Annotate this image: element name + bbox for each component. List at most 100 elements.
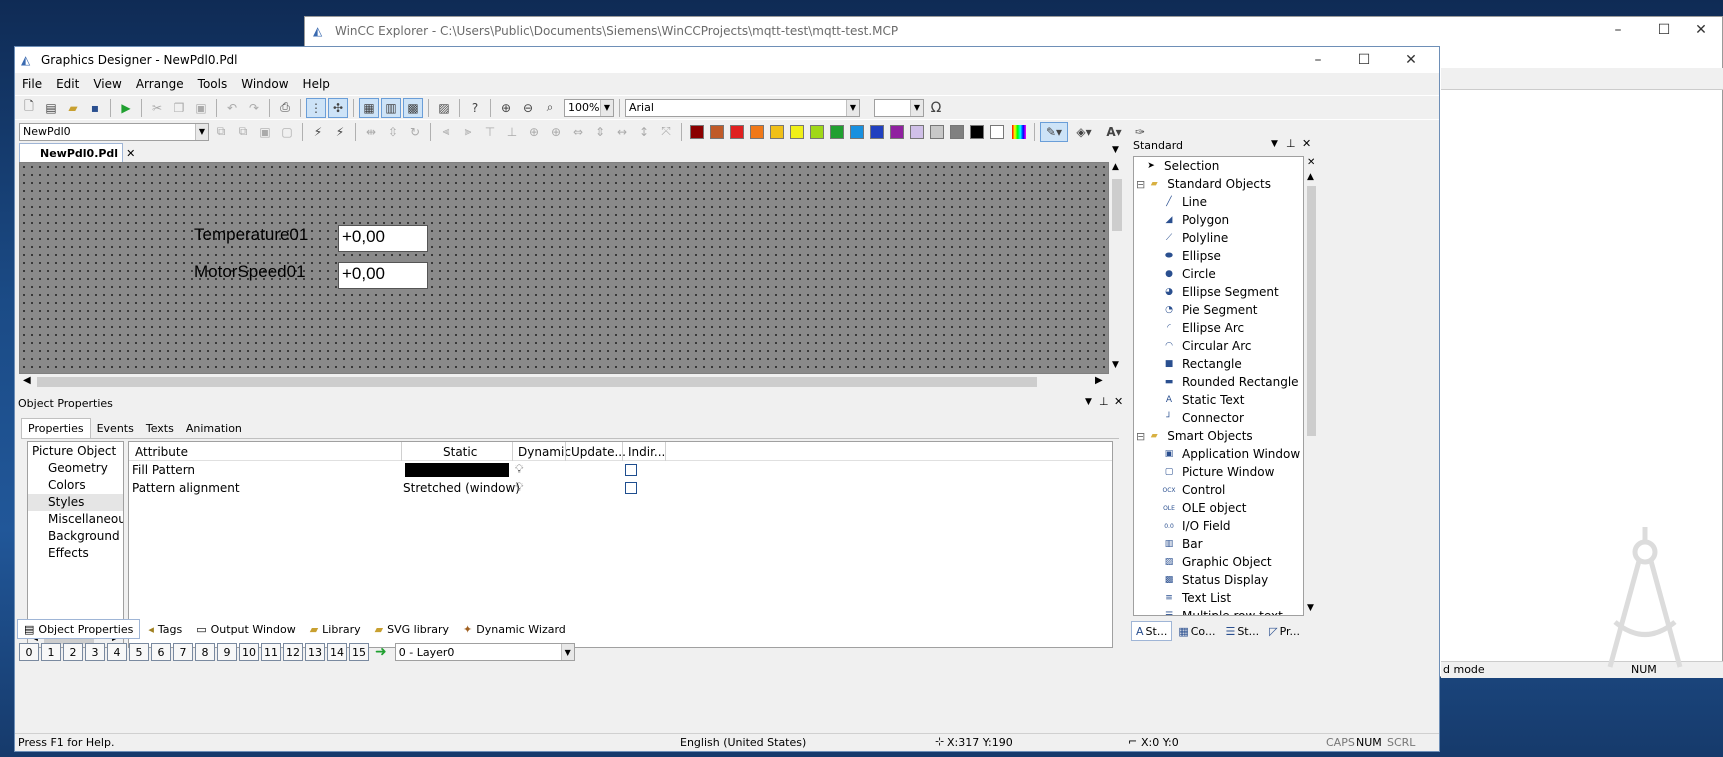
tree-item[interactable]: ◜ Ellipse Arc bbox=[1144, 319, 1303, 337]
fill-color-icon[interactable]: ◈▾ bbox=[1070, 122, 1098, 142]
palette-swatch[interactable] bbox=[910, 124, 924, 139]
property-tree-item[interactable]: Effects bbox=[28, 545, 123, 562]
open-folder-icon[interactable]: ▰ bbox=[63, 98, 83, 118]
scroll-up-icon[interactable]: ▲ bbox=[1112, 162, 1119, 172]
scroll-thumb[interactable] bbox=[37, 377, 1037, 387]
rotate-icon[interactable]: ↻ bbox=[405, 122, 425, 142]
designer-maximize-button[interactable]: ☐ bbox=[1341, 47, 1387, 73]
tab-properties[interactable]: Properties bbox=[21, 418, 91, 438]
column-attribute[interactable]: Attribute bbox=[135, 445, 188, 459]
unlink-tool-icon[interactable]: ⚡ bbox=[330, 122, 350, 142]
tree-item[interactable]: ┘ Connector bbox=[1144, 409, 1303, 427]
tab-styles[interactable]: ☰ St... bbox=[1221, 621, 1263, 641]
palette-swatch[interactable] bbox=[990, 124, 1004, 139]
layer-button[interactable]: 4 bbox=[107, 643, 127, 661]
context-help-icon[interactable]: ? bbox=[465, 98, 485, 118]
tree-item[interactable]: ⬬ Ellipse bbox=[1144, 247, 1303, 265]
document-tab[interactable]: NewPdl0.Pdl ✕ bbox=[19, 143, 135, 162]
property-tree-item[interactable]: Colors bbox=[28, 477, 123, 494]
mirror-horizontal-icon[interactable]: ⇹ bbox=[361, 122, 381, 142]
layer-button[interactable]: 2 bbox=[63, 643, 83, 661]
collapse-icon[interactable]: ⊟ bbox=[1136, 178, 1145, 191]
save-icon[interactable]: ▪ bbox=[85, 98, 105, 118]
pin-icon[interactable]: ⊥ bbox=[1286, 137, 1296, 150]
bring-front-icon[interactable]: ▣ bbox=[255, 122, 275, 142]
center-vertical-icon[interactable]: ⊕ bbox=[546, 122, 566, 142]
designer-close-button[interactable]: ✕ bbox=[1388, 47, 1434, 73]
palette-swatch[interactable] bbox=[790, 124, 804, 139]
close-icon[interactable]: ✕ bbox=[1307, 157, 1315, 168]
fill-pattern-swatch[interactable] bbox=[405, 463, 509, 477]
tab-controls[interactable]: ▦ Co... bbox=[1174, 621, 1219, 641]
chevron-down-icon[interactable]: ▼ bbox=[1112, 145, 1119, 155]
tab-tags[interactable]: ◂ Tags bbox=[142, 619, 188, 639]
special-character-icon[interactable]: Ω bbox=[926, 98, 946, 118]
tree-item[interactable]: ◢ Polygon bbox=[1144, 211, 1303, 229]
layer-button[interactable]: 9 bbox=[217, 643, 237, 661]
tree-item[interactable]: ╱ Line bbox=[1144, 193, 1303, 211]
layer-button[interactable]: 6 bbox=[151, 643, 171, 661]
properties-view-icon[interactable]: ▦ bbox=[359, 97, 379, 118]
scroll-down-icon[interactable]: ▼ bbox=[1307, 603, 1314, 613]
color-spectrum-icon[interactable] bbox=[1012, 124, 1026, 139]
line-color-icon[interactable]: ✎▾ bbox=[1040, 121, 1068, 142]
align-top-icon[interactable]: ⊤ bbox=[480, 122, 500, 142]
menu-window[interactable]: Window bbox=[234, 77, 295, 91]
indirect-checkbox[interactable] bbox=[625, 482, 637, 494]
align-left-icon[interactable]: ⫷ bbox=[436, 122, 456, 142]
menu-view[interactable]: View bbox=[86, 77, 128, 91]
explorer-close-button[interactable]: ✕ bbox=[1678, 17, 1723, 43]
menu-tools[interactable]: Tools bbox=[191, 77, 235, 91]
tree-item[interactable]: ◔ Pie Segment bbox=[1144, 301, 1303, 319]
menu-file[interactable]: File bbox=[15, 77, 49, 91]
canvas-label-motorspeed[interactable]: MotorSpeed01 bbox=[194, 262, 306, 282]
paste-icon[interactable]: ▣ bbox=[191, 98, 211, 118]
zoom-in-icon[interactable]: ⊕ bbox=[496, 98, 516, 118]
palette-swatch[interactable] bbox=[930, 124, 944, 139]
undo-icon[interactable]: ↶ bbox=[222, 98, 242, 118]
zoom-combo[interactable]: 100% ▼ bbox=[564, 98, 614, 117]
column-dynamic[interactable]: Dynamic bbox=[518, 445, 571, 459]
print-icon[interactable]: ⎙ bbox=[275, 98, 295, 118]
arrow-right-icon[interactable]: ➜ bbox=[375, 644, 387, 660]
column-indirect[interactable]: Indir... bbox=[628, 445, 665, 459]
same-size-icon[interactable]: ⤧ bbox=[656, 122, 676, 142]
scroll-thumb[interactable] bbox=[1112, 179, 1122, 231]
chevron-down-icon[interactable]: ▼ bbox=[1085, 397, 1092, 407]
tab-library[interactable]: ▰ Library bbox=[304, 619, 367, 639]
scroll-up-icon[interactable]: ▲ bbox=[1307, 172, 1314, 182]
tree-item[interactable]: ● Circle bbox=[1144, 265, 1303, 283]
tab-svg-library[interactable]: ▰ SVG library bbox=[369, 619, 455, 639]
tree-item[interactable]: ◠ Circular Arc bbox=[1144, 337, 1303, 355]
runtime-activate-icon[interactable]: ▶ bbox=[116, 98, 136, 118]
designer-minimize-button[interactable]: – bbox=[1295, 47, 1341, 73]
scroll-right-icon[interactable]: ▶ bbox=[1095, 375, 1103, 386]
layer-combo[interactable]: 0 - Layer0 ▼ bbox=[394, 643, 575, 661]
tree-item[interactable]: ▣ Application Window bbox=[1144, 445, 1303, 463]
center-horizontal-icon[interactable]: ⊕ bbox=[524, 122, 544, 142]
close-icon[interactable]: ✕ bbox=[1114, 395, 1123, 408]
zoom-area-icon[interactable]: ⌕ bbox=[540, 98, 560, 118]
align-bottom-icon[interactable]: ⊥ bbox=[502, 122, 522, 142]
new-template-icon[interactable]: ▤ bbox=[41, 98, 61, 118]
property-tree-item[interactable]: Miscellaneous bbox=[28, 511, 123, 528]
pin-icon[interactable]: ⊥ bbox=[1099, 395, 1109, 408]
tree-group[interactable]: ⊟ ▰ Smart Objects bbox=[1136, 427, 1303, 445]
close-icon[interactable]: ✕ bbox=[1302, 137, 1311, 150]
close-icon[interactable]: ✕ bbox=[126, 147, 135, 160]
tree-item[interactable]: ◕ Ellipse Segment bbox=[1144, 283, 1303, 301]
palette-swatch[interactable] bbox=[810, 124, 824, 139]
scroll-down-icon[interactable]: ▼ bbox=[1112, 360, 1119, 370]
graphics-designer-window[interactable]: ◭ Graphics Designer - NewPdl0.Pdl – ☐ ✕ … bbox=[14, 46, 1440, 752]
tree-item[interactable]: ■ Rectangle bbox=[1144, 355, 1303, 373]
tab-preview[interactable]: ◸ Pr... bbox=[1265, 621, 1304, 641]
menu-arrange[interactable]: Arrange bbox=[129, 77, 191, 91]
canvas-label-temperature[interactable]: Temperature01 bbox=[194, 225, 308, 245]
tab-texts[interactable]: Texts bbox=[140, 418, 180, 438]
palette-swatch[interactable] bbox=[770, 124, 784, 139]
tab-standard[interactable]: A St... bbox=[1131, 621, 1173, 641]
layer-button[interactable]: 7 bbox=[173, 643, 193, 661]
cut-icon[interactable]: ✂ bbox=[147, 98, 167, 118]
chevron-down-icon[interactable]: ▼ bbox=[1271, 139, 1278, 149]
link-tool-icon[interactable]: ⚡ bbox=[308, 122, 328, 142]
